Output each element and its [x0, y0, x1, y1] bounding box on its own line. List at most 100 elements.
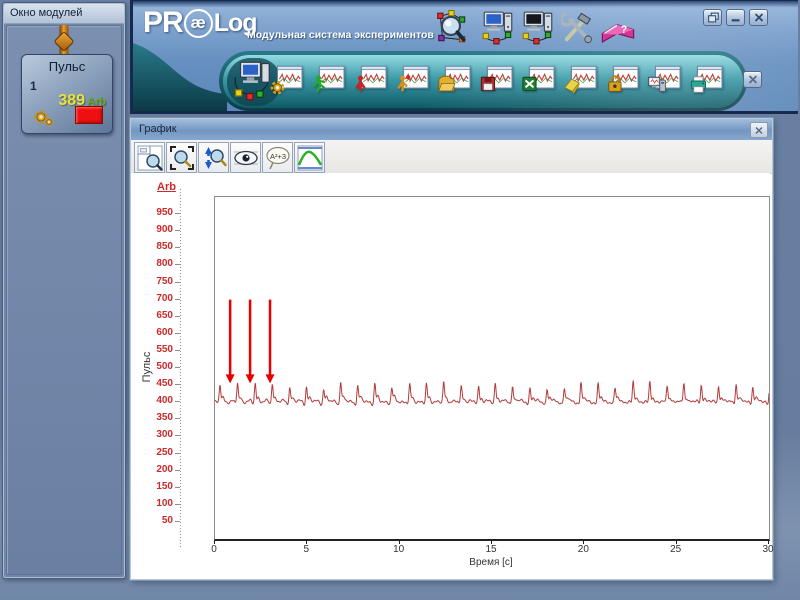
marker-arrowhead: [266, 374, 275, 383]
y-tick-label: 500: [137, 361, 173, 372]
y-tick-mark: [175, 316, 180, 317]
y-axis-dotted-line: [180, 189, 181, 547]
zoom-vertical-icon: [201, 145, 227, 171]
close-button[interactable]: [749, 9, 768, 26]
main-app-window: PR æ Log Модульная система экспериментов: [130, 0, 798, 114]
zoom-selection-icon: [169, 145, 195, 171]
y-tick-mark: [175, 521, 180, 522]
y-tick-label: 350: [137, 412, 173, 423]
restore-icon: [706, 11, 720, 24]
module-name: Пульс: [22, 59, 112, 74]
open-experiment-icon[interactable]: [437, 62, 471, 100]
restore-button[interactable]: [703, 9, 722, 26]
marker-arrowhead: [226, 374, 235, 383]
experiment-network-icon[interactable]: [233, 59, 273, 103]
graph-close-button[interactable]: [750, 122, 768, 138]
pulse-waveform: [215, 197, 769, 539]
help-question-glyph: ?: [621, 24, 627, 36]
pause-measurement-icon[interactable]: [395, 62, 429, 100]
module-index: 1: [30, 79, 37, 93]
window-controls: [703, 9, 768, 26]
eye-icon: [233, 145, 259, 171]
x-tick-label: 0: [202, 544, 226, 555]
formula-button[interactable]: A²+3: [262, 142, 293, 173]
x-axis-title: Время [с]: [214, 557, 768, 568]
y-tick-label: 550: [137, 344, 173, 355]
remote-computer-icon[interactable]: [521, 10, 555, 46]
x-tick-label: 30: [756, 544, 780, 555]
x-tick-label: 25: [664, 544, 688, 555]
module-status-indicator: [75, 106, 103, 124]
y-tick-label: 300: [137, 429, 173, 440]
graph-window: График: [130, 118, 773, 580]
x-tick-mark: [214, 540, 215, 544]
print-chart-icon[interactable]: [689, 62, 723, 100]
y-tick-label: 600: [137, 327, 173, 338]
y-tick-mark: [175, 504, 180, 505]
plot-region: Arb Пульс Время [с] 50100150200250300350…: [131, 173, 770, 577]
y-tick-mark: [175, 213, 180, 214]
y-tick-mark: [175, 247, 180, 248]
y-tick-mark: [175, 333, 180, 334]
x-tick-mark: [768, 540, 769, 544]
y-tick-label: 100: [137, 498, 173, 509]
y-tick-label: 150: [137, 481, 173, 492]
tools-icon[interactable]: [561, 10, 595, 46]
display-setup-icon[interactable]: [647, 62, 681, 100]
graph-toolbar: A²+3: [131, 140, 772, 174]
toolbar-close-button[interactable]: [743, 71, 762, 88]
y-tick-mark: [175, 350, 180, 351]
main-toolbar: [269, 62, 723, 100]
minimize-button[interactable]: [726, 9, 745, 26]
curve-icon: [297, 145, 323, 171]
marker-arrowhead: [246, 374, 255, 383]
module-panel-titlebar[interactable]: Окно модулей: [4, 4, 124, 24]
plot-area[interactable]: [214, 196, 770, 541]
y-tick-mark: [175, 264, 180, 265]
y-tick-label: 750: [137, 276, 173, 287]
stop-measurement-icon[interactable]: [353, 62, 387, 100]
x-tick-label: 20: [571, 544, 595, 555]
zoom-region-button[interactable]: [134, 142, 165, 173]
start-measurement-icon[interactable]: [311, 62, 345, 100]
export-excel-icon[interactable]: [521, 62, 555, 100]
save-experiment-icon[interactable]: [479, 62, 513, 100]
module-settings-icon[interactable]: [269, 62, 303, 100]
y-tick-label: 250: [137, 447, 173, 458]
logo-pr: PR: [143, 6, 183, 40]
y-tick-mark: [175, 367, 180, 368]
y-tick-label: 450: [137, 378, 173, 389]
graph-window-titlebar[interactable]: График: [131, 119, 772, 140]
help-book-icon[interactable]: ?: [599, 10, 637, 46]
formula-bubble-icon: A²+3: [265, 145, 291, 171]
eye-monitor-button[interactable]: [230, 142, 261, 173]
module-settings-gear-icon[interactable]: [32, 107, 58, 129]
y-tick-mark: [175, 435, 180, 436]
y-tick-mark: [175, 282, 180, 283]
zoom-vertical-button[interactable]: [198, 142, 229, 173]
close-icon: [746, 73, 760, 86]
x-tick-mark: [583, 540, 584, 544]
minimize-icon: [729, 11, 743, 24]
pulse-module-card[interactable]: Пульс 1 389Arb: [21, 54, 113, 134]
x-tick-mark: [676, 540, 677, 544]
module-panel-window: Окно модулей Пульс 1 389Arb: [2, 2, 126, 579]
y-tick-label: 850: [137, 241, 173, 252]
zoom-region-icon: [137, 145, 163, 171]
y-tick-mark: [175, 453, 180, 454]
y-tick-label: 400: [137, 395, 173, 406]
close-icon: [753, 125, 765, 136]
network-computer-icon[interactable]: [481, 10, 515, 46]
zoom-selection-button[interactable]: [166, 142, 197, 173]
y-tick-label: 950: [137, 207, 173, 218]
clear-data-icon[interactable]: [563, 62, 597, 100]
desktop: Окно модулей Пульс 1 389Arb: [0, 0, 800, 600]
search-modules-icon[interactable]: [435, 10, 469, 46]
lock-display-icon[interactable]: [605, 62, 639, 100]
logo-ae-circle: æ: [184, 9, 213, 38]
x-tick-label: 5: [294, 544, 318, 555]
app-logo: PR æ Log: [143, 6, 257, 40]
curve-style-button[interactable]: [294, 142, 325, 173]
y-tick-label: 700: [137, 293, 173, 304]
y-tick-mark: [175, 470, 180, 471]
